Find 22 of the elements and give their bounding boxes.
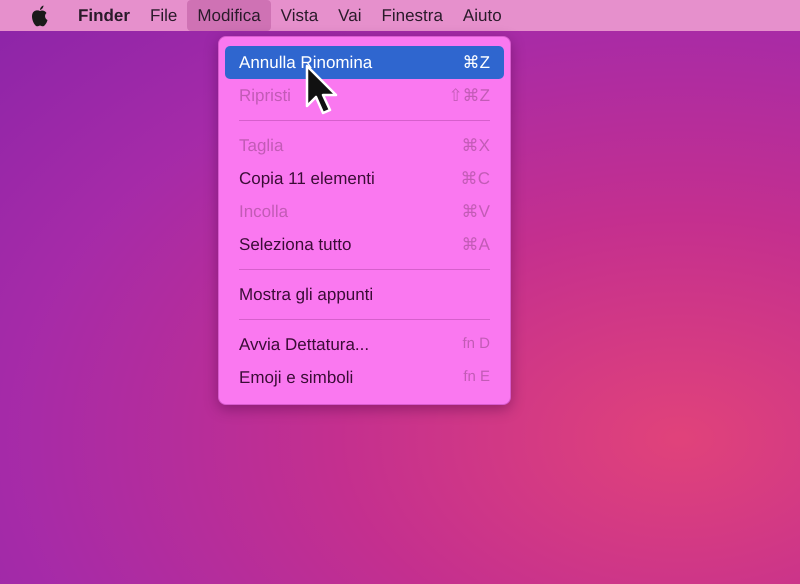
shortcut-label: ⌘X [462, 134, 490, 157]
menu-item[interactable]: Emoji e simboli fn E [225, 361, 504, 394]
shortcut-label: fn D [462, 334, 490, 354]
shortcut-label: ⌘A [462, 234, 490, 256]
menu-item[interactable]: Copia 11 elementi ⌘C [225, 162, 504, 195]
menu-bar-item[interactable]: File [140, 0, 188, 31]
shortcut-label: ⌘Z [462, 52, 490, 74]
apple-logo-icon[interactable] [30, 4, 50, 26]
menu-item[interactable]: Mostra gli appunti [225, 278, 504, 311]
menu-bar-item[interactable]: Vista [270, 0, 328, 31]
menu-bar-item[interactable]: Finestra [371, 0, 453, 31]
menu-bar-item[interactable]: Aiuto [452, 0, 512, 31]
menu-item[interactable]: Annulla Rinomina ⌘Z [225, 46, 504, 79]
menu-bar-item[interactable]: Vai [328, 0, 372, 31]
menu-bar-item[interactable]: Modifica [187, 0, 271, 31]
menu-item[interactable]: Avvia Dettatura... fn D [225, 328, 504, 361]
shortcut-label: ⌘C [460, 168, 490, 190]
app-menu[interactable]: Finder [68, 0, 140, 31]
shortcut-label: ⇧⌘Z [448, 84, 490, 107]
shortcut-label: ⌘V [462, 200, 490, 223]
shortcut-label: fn E [463, 367, 490, 388]
menu-item[interactable]: Seleziona tutto ⌘A [225, 228, 504, 261]
